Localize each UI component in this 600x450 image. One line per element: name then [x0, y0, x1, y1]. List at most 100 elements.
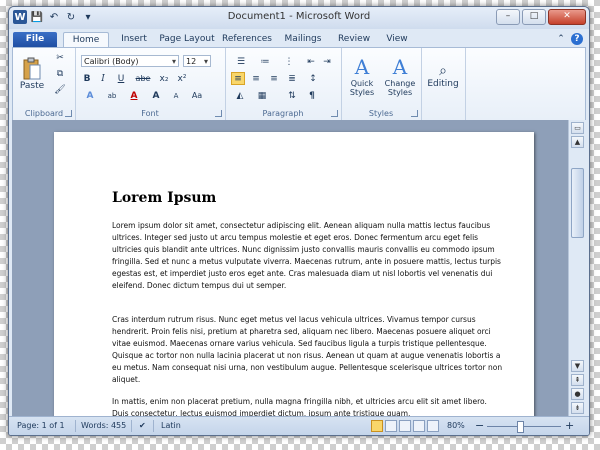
editing-group: ⌕ Editing	[421, 48, 466, 120]
shading-icon[interactable]: ◭	[231, 89, 249, 102]
align-center-icon[interactable]: ≡	[249, 72, 263, 85]
align-right-icon[interactable]: ≡	[267, 72, 281, 85]
editing-label: Editing	[427, 79, 459, 89]
minimize-ribbon-icon[interactable]: ⌃	[555, 33, 567, 45]
full-screen-reading-icon[interactable]	[385, 420, 397, 432]
paragraph-launcher-icon[interactable]	[331, 110, 338, 117]
divider	[75, 420, 76, 432]
strikethrough-button[interactable]: abe	[133, 72, 153, 85]
tab-home[interactable]: Home	[63, 32, 109, 48]
quick-styles-button[interactable]: A Quick Styles	[345, 52, 379, 100]
borders-icon[interactable]: ▦	[253, 89, 271, 102]
font-label: Font	[141, 109, 159, 118]
change-styles-label: Change Styles	[384, 79, 416, 97]
quick-styles-label: Quick Styles	[349, 79, 375, 97]
multilevel-list-icon[interactable]: ⋮	[279, 55, 299, 68]
help-icon[interactable]: ?	[571, 33, 583, 45]
change-styles-button[interactable]: A Change Styles	[383, 52, 417, 100]
document-paragraph: Lorem ipsum dolor sit amet, consectetur …	[112, 221, 501, 290]
word-count[interactable]: Words: 455	[81, 421, 126, 430]
font-name-select[interactable]: Calibri (Body)	[81, 55, 179, 68]
grow-font-button[interactable]: A	[147, 89, 165, 102]
zoom-out-button[interactable]: −	[475, 419, 484, 432]
quick-styles-icon: A	[354, 55, 370, 79]
zoom-slider-thumb[interactable]	[517, 421, 524, 433]
line-spacing-icon[interactable]: ↕	[305, 72, 321, 85]
align-left-icon[interactable]: ≡	[231, 72, 245, 85]
document-area: Lorem Ipsum Lorem ipsum dolor sit amet, …	[12, 120, 568, 416]
tab-references[interactable]: References	[221, 32, 273, 47]
bullets-icon[interactable]: ☰	[231, 55, 251, 68]
vertical-scrollbar[interactable]: ▭ ▲ ▼ ⇞ ● ⇟	[568, 120, 586, 416]
font-size-select[interactable]: 12	[183, 55, 211, 68]
format-painter-icon[interactable]: 🖌	[53, 84, 67, 96]
font-launcher-icon[interactable]	[215, 110, 222, 117]
paragraph-group: ☰ ≔ ⋮ ⇤ ⇥ ≡ ≡ ≡ ≣ ↕ ◭ ▦ ⇅ ¶ Paragraph	[225, 48, 342, 120]
editing-button[interactable]: ⌕ Editing	[425, 56, 461, 96]
italic-button[interactable]: I	[97, 72, 109, 85]
browse-object-icon[interactable]: ●	[571, 388, 584, 400]
bold-button[interactable]: B	[81, 72, 93, 85]
web-layout-icon[interactable]	[399, 420, 411, 432]
tab-view[interactable]: View	[381, 32, 413, 47]
draft-icon[interactable]	[427, 420, 439, 432]
underline-button[interactable]: U	[113, 72, 129, 85]
next-page-icon[interactable]: ⇟	[571, 402, 584, 414]
copy-icon[interactable]: ⧉	[53, 68, 67, 80]
scroll-up-icon[interactable]: ▲	[571, 136, 584, 148]
view-ruler-icon[interactable]: ▭	[571, 122, 584, 134]
ribbon-help-area: ⌃ ?	[551, 33, 583, 45]
subscript-button[interactable]: x₂	[157, 72, 171, 85]
change-styles-icon: A	[392, 55, 408, 79]
justify-icon[interactable]: ≣	[285, 72, 299, 85]
document-heading: Lorem Ipsum	[112, 190, 217, 206]
sort-icon[interactable]: ⇅	[285, 89, 299, 102]
minimize-button[interactable]: –	[496, 9, 520, 25]
scroll-down-icon[interactable]: ▼	[571, 360, 584, 372]
language-indicator[interactable]: Latin	[161, 421, 181, 430]
font-color-button[interactable]: A	[125, 89, 143, 102]
zoom-in-button[interactable]: +	[565, 419, 574, 432]
window-controls: – □ ✕	[494, 9, 586, 25]
cut-icon[interactable]: ✂	[53, 52, 67, 64]
text-effects-button[interactable]: A	[81, 89, 99, 102]
status-bar: Page: 1 of 1 Words: 455 ✔ Latin 80% − +	[9, 416, 589, 435]
maximize-button[interactable]: □	[522, 9, 546, 25]
shrink-font-button[interactable]: A	[167, 89, 185, 102]
zoom-level[interactable]: 80%	[447, 421, 465, 430]
clipboard-launcher-icon[interactable]	[65, 110, 72, 117]
page-count[interactable]: Page: 1 of 1	[17, 421, 65, 430]
superscript-button[interactable]: x²	[175, 72, 189, 85]
show-formatting-icon[interactable]: ¶	[305, 89, 319, 102]
scroll-thumb[interactable]	[571, 168, 584, 238]
tab-insert[interactable]: Insert	[116, 32, 152, 47]
tab-review[interactable]: Review	[335, 32, 373, 47]
document-page[interactable]: Lorem Ipsum Lorem ipsum dolor sit amet, …	[54, 132, 534, 416]
tab-mailings[interactable]: Mailings	[281, 32, 325, 47]
ribbon: Paste ✂ ⧉ 🖌 Clipboard Calibri (Body) 12 …	[12, 47, 586, 121]
title-bar: W 💾 ↶ ↻ ▾ Document1 - Microsoft Word – □…	[9, 7, 589, 29]
paste-button[interactable]: Paste	[19, 52, 45, 96]
paste-icon	[23, 57, 41, 80]
proofing-icon[interactable]: ✔	[139, 421, 146, 430]
numbering-icon[interactable]: ≔	[255, 55, 275, 68]
increase-indent-icon[interactable]: ⇥	[321, 55, 333, 68]
tab-page-layout[interactable]: Page Layout	[157, 32, 217, 47]
word-window: W 💾 ↶ ↻ ▾ Document1 - Microsoft Word – □…	[8, 6, 590, 436]
styles-launcher-icon[interactable]	[411, 110, 418, 117]
close-button[interactable]: ✕	[548, 9, 586, 25]
ribbon-tabs: File Home Insert Page Layout References …	[9, 29, 589, 48]
tab-file[interactable]: File	[13, 32, 57, 47]
previous-page-icon[interactable]: ⇞	[571, 374, 584, 386]
zoom-slider[interactable]	[487, 426, 561, 427]
highlight-color-button[interactable]: ab	[103, 89, 121, 102]
decrease-indent-icon[interactable]: ⇤	[305, 55, 317, 68]
clipboard-group: Paste ✂ ⧉ 🖌 Clipboard	[13, 48, 76, 120]
paste-label: Paste	[19, 81, 45, 91]
document-paragraph: Cras interdum rutrum risus. Nunc eget me…	[112, 315, 503, 384]
print-layout-icon[interactable]	[371, 420, 383, 432]
outline-icon[interactable]	[413, 420, 425, 432]
change-case-button[interactable]: Aa	[189, 89, 205, 102]
divider	[153, 420, 154, 432]
styles-label: Styles	[368, 109, 394, 118]
